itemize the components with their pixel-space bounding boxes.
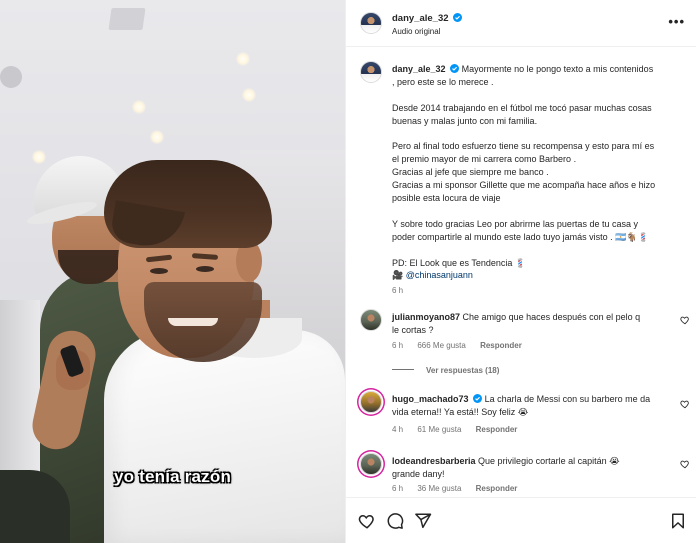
- comment-item: hugo_machado73 La charla de Messi con su…: [360, 391, 696, 451]
- comment-likes[interactable]: 666 Me gusta: [417, 341, 465, 350]
- instagram-post-modal: yo tenía razón dany_ale_32 Audio origina…: [0, 0, 696, 543]
- comment-text: lodeandresbarberia Que privilegio cortar…: [392, 455, 666, 481]
- action-bar: [346, 497, 696, 543]
- post-details-panel: dany_ale_32 Audio original ••• dany_ale_…: [345, 0, 696, 543]
- author-avatar[interactable]: [360, 12, 382, 34]
- mention-link[interactable]: @chinasanjuann: [406, 270, 473, 280]
- view-replies-button[interactable]: Ver respuestas (18): [392, 366, 499, 375]
- post-header: dany_ale_32 Audio original •••: [346, 0, 696, 47]
- ceiling-light: [150, 130, 164, 144]
- comment-likes[interactable]: 61 Me gusta: [417, 425, 461, 434]
- caption-line: Pero al final todo esfuerzo tiene su rec…: [392, 141, 655, 152]
- comment-text: hugo_machado73 La charla de Messi con su…: [392, 393, 666, 419]
- comment-item: lodeandresbarberia Que privilegio cortar…: [360, 453, 696, 497]
- caption-line: Gracias al jefe que siempre me banco .: [392, 167, 549, 178]
- caption-username[interactable]: dany_ale_32: [392, 64, 446, 74]
- comment-meta: 4 h 61 Me gusta Responder: [392, 425, 529, 434]
- ceiling-light: [132, 100, 146, 114]
- client-smile: [168, 318, 218, 326]
- comment-meta: 6 h 36 Me gusta Responder: [392, 484, 529, 493]
- comment-time[interactable]: 4 h: [392, 425, 403, 434]
- comment-line: La charla de Messi con su barbero me da: [484, 394, 651, 404]
- reply-button[interactable]: Responder: [476, 425, 518, 434]
- comment-line: vida eterna!! Ya está!! Soy feliz 😭: [392, 407, 529, 417]
- heart-icon[interactable]: [680, 315, 690, 325]
- verified-badge-icon: [473, 394, 483, 403]
- verified-badge-icon: [453, 13, 463, 22]
- comment-line: Que privilegio cortarle al capitán 😭: [478, 456, 620, 466]
- comment-likes[interactable]: 36 Me gusta: [417, 484, 461, 493]
- replies-divider: [392, 369, 414, 370]
- comment-text: julianmoyano87 Che amigo que haces despu…: [392, 311, 666, 337]
- caption-author-avatar[interactable]: [360, 61, 382, 83]
- commenter-avatar[interactable]: [360, 453, 382, 475]
- caption-line: , pero este se lo merece .: [392, 76, 494, 87]
- commenter-avatar[interactable]: [360, 391, 382, 413]
- comment-line: le cortas ?: [392, 325, 434, 335]
- video-caption: yo tenía razón: [113, 467, 232, 486]
- ceiling-vent: [108, 8, 146, 30]
- share-icon[interactable]: [414, 512, 432, 530]
- comment-time[interactable]: 6 h: [392, 341, 403, 350]
- commenter-username[interactable]: hugo_machado73: [392, 394, 469, 404]
- comment-icon[interactable]: [386, 512, 404, 530]
- comment-time[interactable]: 6 h: [392, 484, 403, 493]
- ceiling-light: [236, 52, 250, 66]
- caption-line: Mayormente no le pongo texto a mis conte…: [461, 64, 654, 74]
- reply-button[interactable]: Responder: [480, 341, 522, 350]
- heart-icon[interactable]: [680, 399, 690, 409]
- comment-line: grande dany!: [392, 469, 445, 479]
- caption-line: Y sobre todo gracias Leo por abrirme las…: [392, 218, 638, 229]
- post-video[interactable]: yo tenía razón: [0, 0, 345, 543]
- ceiling-light: [32, 150, 46, 164]
- commenter-username[interactable]: lodeandresbarberia: [392, 456, 476, 466]
- caption-line: buenas y malas junto con mi familia.: [392, 115, 538, 126]
- comment-item: julianmoyano87 Che amigo que haces despu…: [360, 309, 696, 389]
- audio-label[interactable]: Audio original: [392, 27, 440, 36]
- reply-button[interactable]: Responder: [476, 484, 518, 493]
- comments-scroll-area[interactable]: dany_ale_32 Mayormente no le pongo texto…: [346, 47, 696, 497]
- comment-meta: 6 h 666 Me gusta Responder: [392, 341, 534, 350]
- comment-line: Che amigo que haces después con el pelo …: [462, 312, 641, 322]
- caption-line: posible esta locura de viaje: [392, 193, 501, 204]
- ceiling-light: [242, 88, 256, 102]
- verified-badge-icon: [450, 64, 460, 73]
- heart-icon[interactable]: [680, 459, 690, 469]
- author-username-text[interactable]: dany_ale_32: [392, 13, 449, 24]
- client-eye: [150, 268, 168, 274]
- author-username[interactable]: dany_ale_32: [392, 13, 463, 24]
- caption-line: el premio mayor de mi carrera como Barbe…: [392, 154, 577, 165]
- commenter-avatar[interactable]: [360, 309, 382, 331]
- post-timestamp[interactable]: 6 h: [392, 286, 403, 295]
- like-heart-icon[interactable]: [358, 512, 376, 530]
- barber-cape: [104, 330, 345, 543]
- camera-emoji-icon: 🎥: [392, 270, 404, 281]
- view-replies-label[interactable]: Ver respuestas (18): [426, 366, 499, 375]
- caption-pd-line: PD: El Look que es Tendencia 💈: [392, 257, 527, 268]
- client-eye: [196, 266, 214, 272]
- caption-line: Desde 2014 trabajando en el fútbol me to…: [392, 102, 652, 113]
- more-options-icon[interactable]: •••: [668, 14, 685, 29]
- caption-line: Gracias a mi sponsor Gillette que me aco…: [392, 180, 656, 191]
- caption-text: dany_ale_32 Mayormente no le pongo texto…: [392, 63, 688, 295]
- commenter-username[interactable]: julianmoyano87: [392, 312, 460, 322]
- ceiling-spot: [0, 66, 22, 88]
- bookmark-icon[interactable]: [669, 512, 687, 530]
- caption-line: poder compartirle al mundo este lado tuy…: [392, 231, 649, 242]
